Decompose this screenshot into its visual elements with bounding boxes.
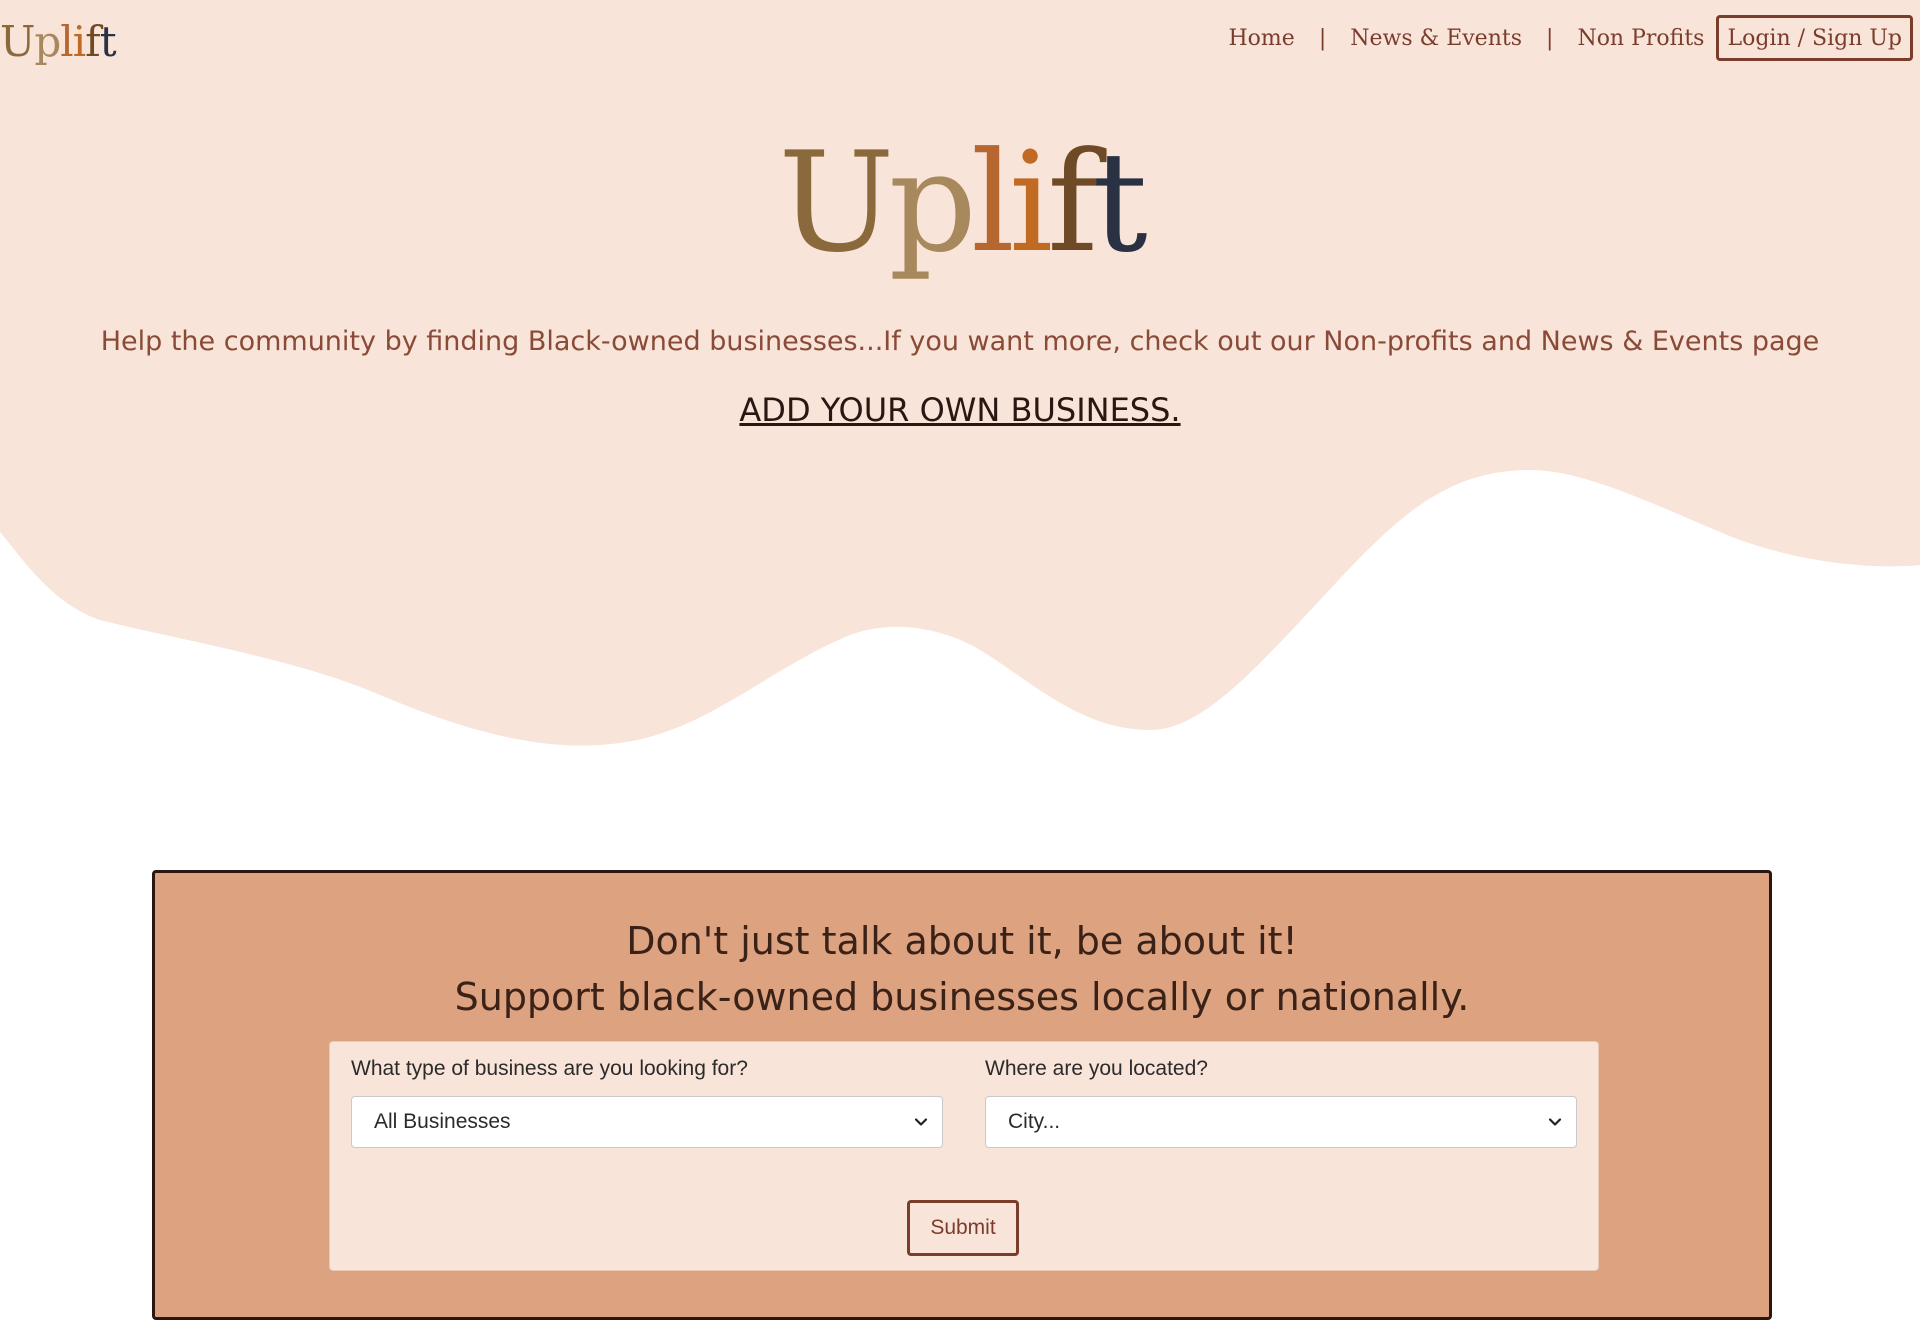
nav-news-events-link[interactable]: News & Events [1350,26,1522,51]
nav-non-profits-link[interactable]: Non Profits [1577,26,1704,51]
hero-title-letter: i [1009,122,1053,283]
brand-letter: U [0,17,35,66]
hero-title-letter: U [778,122,894,283]
top-nav: Home | News & Events | Non Profits Login… [1229,12,1913,64]
submit-button[interactable]: Submit [907,1200,1019,1256]
hero-title: Uplift [0,118,1920,288]
hero-title-letter: p [888,122,977,283]
brand-letter: l [60,17,73,66]
chevron-down-icon [1548,1118,1562,1126]
hero-title-letter: l [970,122,1015,283]
business-type-field: What type of business are you looking fo… [351,1050,943,1148]
nav-home-link[interactable]: Home [1229,26,1295,51]
business-type-value: All Businesses [374,1110,511,1133]
business-type-select[interactable]: All Businesses [351,1096,943,1148]
card-headline: Don't just talk about it, be about it! S… [155,913,1769,1025]
brand-letter: p [34,17,61,66]
login-signup-button[interactable]: Login / Sign Up [1716,15,1913,61]
chevron-down-icon [914,1118,928,1126]
card-headline-line2: Support black-owned businesses locally o… [454,975,1470,1019]
hero-subtitle: Help the community by finding Black-owne… [100,326,1820,357]
hero-title-letter: f [1047,122,1098,283]
add-business-link[interactable]: ADD YOUR OWN BUSINESS. [739,391,1180,429]
hero-title-letter: t [1092,122,1148,283]
location-label: Where are you located? [985,1057,1208,1080]
brand-letter: t [99,17,117,66]
location-value: City... [1008,1110,1061,1133]
card-headline-line1: Don't just talk about it, be about it! [626,919,1298,963]
hero-wave-background [0,0,1920,746]
business-type-label: What type of business are you looking fo… [351,1057,748,1080]
nav-separator: | [1546,25,1554,51]
location-select[interactable]: City... [985,1096,1577,1148]
nav-separator: | [1318,25,1327,51]
brand-logo[interactable]: Uplift [0,14,117,70]
brand-letter: f [85,17,101,66]
location-field: Where are you located? City... [985,1050,1577,1148]
brand-letter: i [72,17,86,66]
search-form: What type of business are you looking fo… [329,1041,1599,1271]
add-business-container: ADD YOUR OWN BUSINESS. [0,388,1920,432]
search-card: Don't just talk about it, be about it! S… [152,870,1772,1320]
